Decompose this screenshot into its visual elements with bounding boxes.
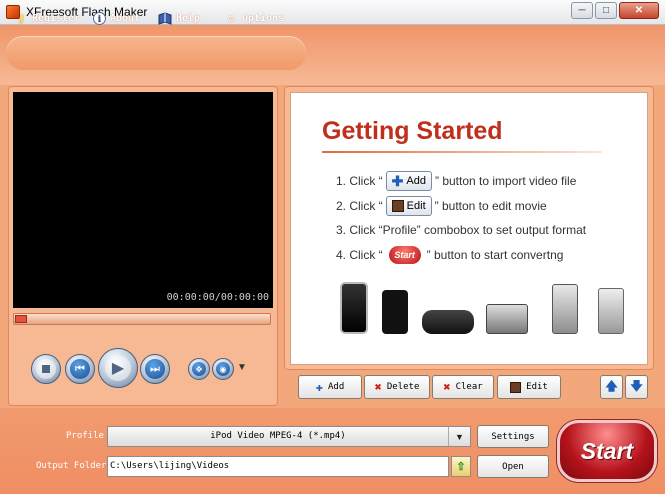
minimize-button[interactable]: ─ [571,2,593,19]
pda-image [598,288,624,334]
menu-help[interactable]: Help [158,10,200,26]
time-readout: 00:00:00/00:00:00 [166,292,269,303]
snapshot-button[interactable]: ◉ [212,358,234,380]
menu-about[interactable]: i About [92,10,140,26]
plus-icon: ✚ [391,172,404,189]
step-2-suffix: ” button to edit movie [434,199,547,213]
delete-button[interactable]: ✖ Delete [364,375,430,399]
key-icon: ⚷ [16,11,26,25]
step-4-suffix: ” button to start convertng [426,248,564,262]
clear-label: Clear [455,382,483,392]
open-button[interactable]: Open [477,455,549,478]
svg-text:i: i [97,15,101,25]
arrow-down-icon: 🡇 [630,378,643,393]
menu-bar [6,36,306,70]
snapshot-dropdown-icon[interactable]: ▼ [237,362,247,373]
smartphone-image [552,284,578,334]
output-folder-label: Output Folder [36,461,107,471]
x-icon: ✖ [443,380,451,394]
getting-started-title: Getting Started [322,117,503,145]
ipod-image [382,290,408,334]
chevron-down-icon[interactable]: ▼ [448,427,470,446]
maximize-button[interactable]: □ [595,2,617,19]
edit-label: Edit [526,382,548,392]
menu-about-label: About [110,12,141,24]
step-1-suffix: ” button to import video file [434,174,577,188]
add-button[interactable]: ✚ Add [298,375,362,399]
step-1-prefix: 1. Click “ [336,174,383,188]
step-1: 1. Click “ ✚ Add ” button to import vide… [336,171,576,191]
menu-options[interactable]: ⚙ Options [224,10,284,26]
step-start-illustration: Start [388,246,421,264]
move-down-button[interactable]: 🡇 [625,375,648,399]
open-label: Open [502,461,524,472]
next-button[interactable]: ⏭ [140,354,170,384]
profile-select[interactable]: iPod Video MPEG-4 (*.mp4) ▼ [107,426,471,447]
start-button[interactable]: Start [557,420,657,482]
start-label: Start [580,437,634,464]
step-2: 2. Click “ Edit ” button to edit movie [336,196,547,216]
edit-button[interactable]: Edit [497,375,561,399]
skip-forward-icon: ⏭ [150,362,160,375]
stop-button[interactable] [31,354,61,384]
time-display-bar: 00:00:00/00:00:00 [13,288,273,308]
clear-button[interactable]: ✖ Clear [432,375,494,399]
expand-icon: ✥ [195,364,203,374]
seek-slider[interactable] [13,313,271,325]
device-illustrations [330,272,630,334]
film-edit-icon [391,200,404,212]
play-button[interactable]: ▶ [98,348,138,388]
camera-icon: ◉ [219,364,227,374]
gear-icon: ⚙ [227,11,235,25]
step-edit-illustration: Edit [385,196,432,216]
step-3-text: 3. Click “Profile” combobox to set outpu… [336,223,587,237]
media-player-image [486,304,528,334]
title-underline [322,151,602,153]
skip-back-icon: ⏮ [75,362,85,375]
menu-register[interactable]: ⚷ Register [14,10,80,26]
seek-slider-thumb[interactable] [15,315,27,323]
arrow-up-icon: 🡅 [605,378,618,393]
delete-label: Delete [386,382,420,392]
psp-image [422,310,474,334]
play-icon: ▶ [111,360,125,377]
step-3: 3. Click “Profile” combobox to set outpu… [336,223,586,237]
x-icon: ✖ [374,380,382,394]
move-up-button[interactable]: 🡅 [600,375,623,399]
step-4-prefix: 4. Click “ [336,248,383,262]
menu-help-label: Help [176,12,201,24]
settings-button[interactable]: Settings [477,425,549,448]
iphone-image [340,282,368,334]
step-edit-label: Edit [406,200,426,212]
plus-icon: ✚ [315,380,323,394]
folder-up-icon[interactable]: ⇧ [451,456,471,477]
profile-selected-value: iPod Video MPEG-4 (*.mp4) [210,431,346,441]
book-icon [158,11,172,25]
step-4: 4. Click “ Start ” button to start conve… [336,246,563,264]
profile-label: Profile [66,431,104,441]
step-2-prefix: 2. Click “ [336,199,383,213]
settings-label: Settings [491,431,535,442]
fullscreen-button[interactable]: ✥ [188,358,210,380]
output-folder-input[interactable]: C:\Users\lijing\Videos [107,456,449,477]
previous-button[interactable]: ⏮ [65,354,95,384]
close-button[interactable]: ✕ [619,2,659,19]
film-edit-icon [510,381,522,393]
info-icon: i [92,11,106,25]
add-label: Add [327,382,345,392]
menu-options-label: Options [242,12,285,24]
video-preview-screen [13,92,273,288]
menu-register-label: Register [32,12,81,24]
stop-icon [42,365,50,373]
step-add-illustration: ✚ Add [385,171,432,191]
step-add-label: Add [406,175,426,187]
